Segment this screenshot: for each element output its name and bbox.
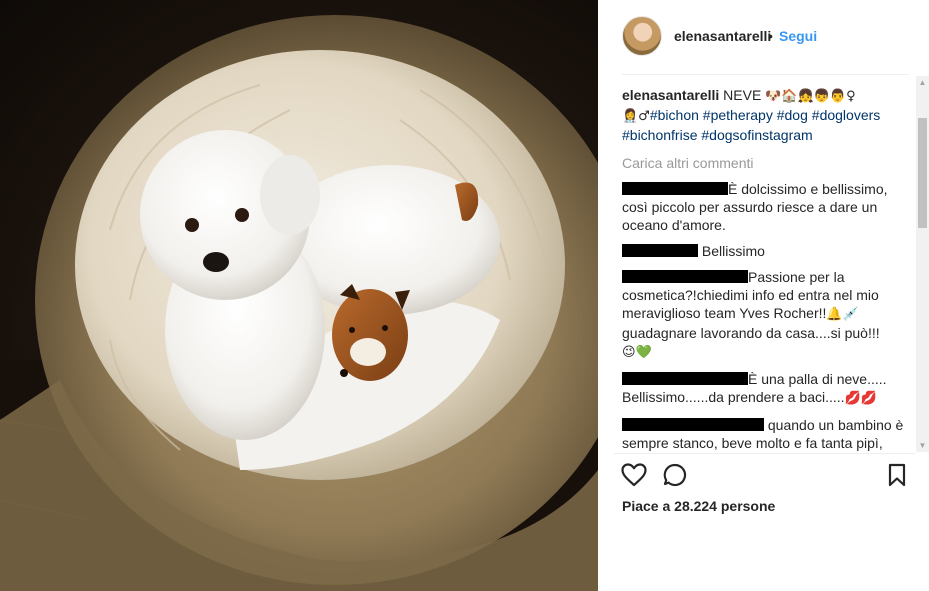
caption-emoji-2: 👩‍⚕♂ (622, 109, 650, 124)
like-button[interactable] (621, 463, 647, 492)
comment-item: Bellissimo (622, 242, 912, 260)
hashtag-link[interactable]: #dog (777, 107, 808, 123)
bookmark-icon (888, 463, 906, 487)
header-divider (622, 74, 909, 75)
puppy-photo-illustration (0, 15, 598, 591)
comments-list[interactable]: elenasantarelli NEVE 🐶🏠👧👦👨♀ 👩‍⚕♂#bichon … (622, 86, 912, 452)
redacted-username (622, 182, 728, 195)
caption-emoji-1: 🐶🏠👧👦👨♀ (765, 89, 856, 104)
comment-emoji: 🔔💉 (826, 307, 859, 322)
comment-item: quando un bambino è sempre stanco, beve … (622, 416, 912, 452)
caption-text: NEVE (723, 87, 762, 103)
comment-item: Passione per la cosmetica?!chiedimi info… (622, 268, 912, 362)
comment-emoji: 💋💋 (844, 391, 877, 406)
comment-text-continued: guadagnare lavorando da casa....si può!!… (622, 325, 880, 341)
hashtag-link[interactable]: #dogsofinstagram (701, 127, 812, 143)
post-caption: elenasantarelli NEVE 🐶🏠👧👦👨♀ 👩‍⚕♂#bichon … (622, 86, 912, 144)
scrollbar-thumb[interactable] (918, 118, 927, 228)
redacted-username (622, 244, 698, 257)
header-separator: • (768, 28, 773, 44)
header-username[interactable]: elenasantarelli (674, 28, 771, 44)
follow-button[interactable]: Segui (779, 28, 817, 44)
comment-text: Bellissimo (701, 243, 765, 259)
likes-count[interactable]: Piace a 28.224 persone (622, 498, 775, 514)
comment-bubble-icon (663, 463, 687, 487)
post-photo[interactable] (0, 0, 598, 591)
redacted-username (622, 372, 748, 385)
comment-item: È una palla di neve..... Bellissimo.....… (622, 370, 912, 408)
redacted-username (622, 270, 748, 283)
load-more-comments-link[interactable]: Carica altri commenti (622, 154, 912, 172)
actions-divider (614, 453, 915, 454)
comment-item: È dolcissimo e bellissimo, così piccolo … (622, 180, 912, 234)
comments-scrollbar[interactable]: ▲ ▼ (916, 76, 929, 452)
hashtag-link[interactable]: #doglovers (812, 107, 881, 123)
redacted-username (622, 418, 764, 431)
comment-emoji: 😉💚 (622, 345, 652, 360)
avatar[interactable] (622, 16, 662, 56)
heart-icon (621, 463, 647, 487)
post-header: elenasantarelli • Segui (598, 0, 929, 74)
caption-username[interactable]: elenasantarelli (622, 87, 719, 103)
hashtag-link[interactable]: #petherapy (703, 107, 773, 123)
hashtag-link[interactable]: #bichon (650, 107, 699, 123)
comment-button[interactable] (663, 463, 687, 492)
save-button[interactable] (887, 463, 907, 492)
hashtag-link[interactable]: #bichonfrise (622, 127, 698, 143)
scroll-up-arrow-icon[interactable]: ▲ (916, 76, 929, 89)
scroll-down-arrow-icon[interactable]: ▼ (916, 439, 929, 452)
